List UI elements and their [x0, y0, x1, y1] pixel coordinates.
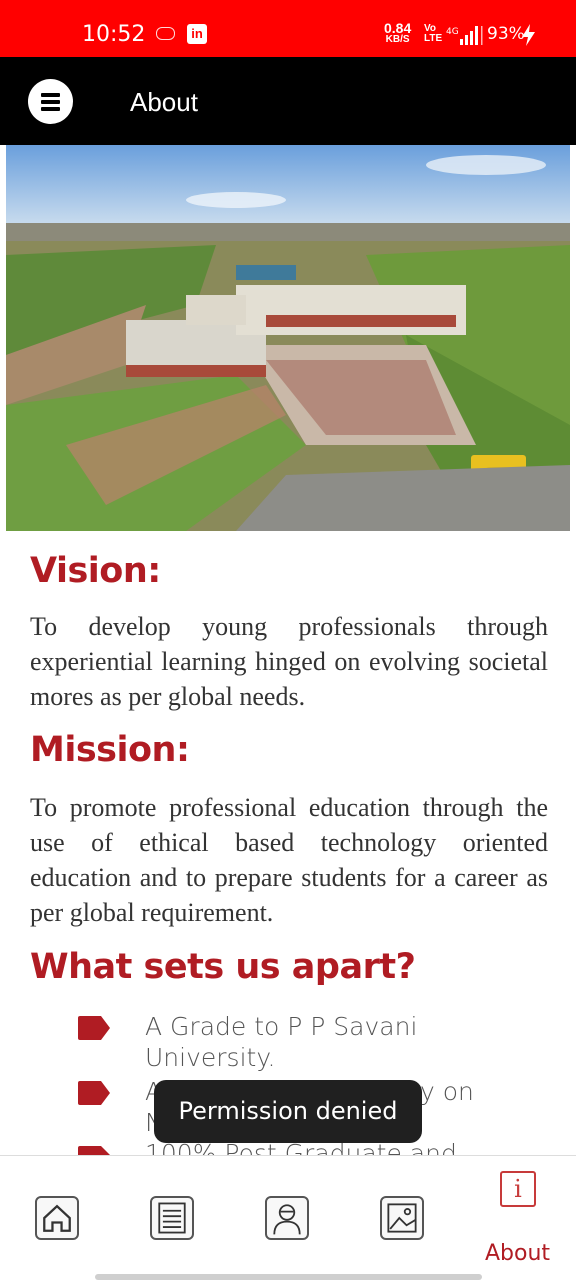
tag-bullet-icon — [78, 1016, 110, 1040]
app-bar: About — [0, 57, 576, 145]
svg-text:4G: 4G — [446, 27, 459, 37]
list-item-fragment: y on — [420, 1077, 474, 1106]
page-title: About — [130, 87, 198, 117]
list-icon — [150, 1196, 194, 1240]
bottom-nav: i About — [0, 1155, 576, 1280]
mission-heading: Mission: — [30, 730, 190, 770]
charging-icon — [522, 24, 535, 46]
list-item: A Grade to P P Savani University. — [145, 1012, 418, 1072]
mission-text: To promote professional education throug… — [30, 793, 548, 927]
status-time: 10:52 — [82, 22, 146, 47]
vision-heading: Vision: — [30, 551, 161, 591]
vehicle-icon — [156, 27, 175, 40]
linkedin-icon: in — [187, 24, 207, 44]
nav-about-label: About — [485, 1241, 551, 1266]
nav-faculty[interactable] — [230, 1156, 345, 1281]
menu-button[interactable] — [28, 79, 73, 124]
network-speed: 0.84 KB/S — [384, 21, 411, 46]
vision-text: To develop young professionals through e… — [30, 612, 548, 711]
nav-home[interactable] — [0, 1156, 115, 1281]
battery-level: 93% — [487, 24, 525, 44]
status-bar: 10:52 in 0.84 KB/S Vo LTE 4G 93% — [0, 0, 576, 57]
tag-bullet-icon — [78, 1081, 110, 1105]
volte-icon: Vo LTE — [424, 23, 443, 44]
signal-icon: 4G — [446, 26, 483, 45]
nav-gallery[interactable] — [345, 1156, 460, 1281]
tag-bullet-icon — [78, 1146, 110, 1155]
gallery-icon — [380, 1196, 424, 1240]
teacher-icon — [265, 1196, 309, 1240]
home-icon — [35, 1196, 79, 1240]
nav-list[interactable] — [115, 1156, 230, 1281]
apart-heading: What sets us apart? — [30, 947, 416, 987]
info-icon: i — [500, 1171, 536, 1207]
hamburger-icon — [41, 93, 60, 114]
toast-message: Permission denied — [154, 1080, 422, 1143]
gesture-bar — [95, 1274, 482, 1280]
nav-about[interactable]: i About — [461, 1156, 576, 1281]
campus-photo — [6, 145, 570, 531]
speed-unit: KB/S — [385, 34, 410, 45]
